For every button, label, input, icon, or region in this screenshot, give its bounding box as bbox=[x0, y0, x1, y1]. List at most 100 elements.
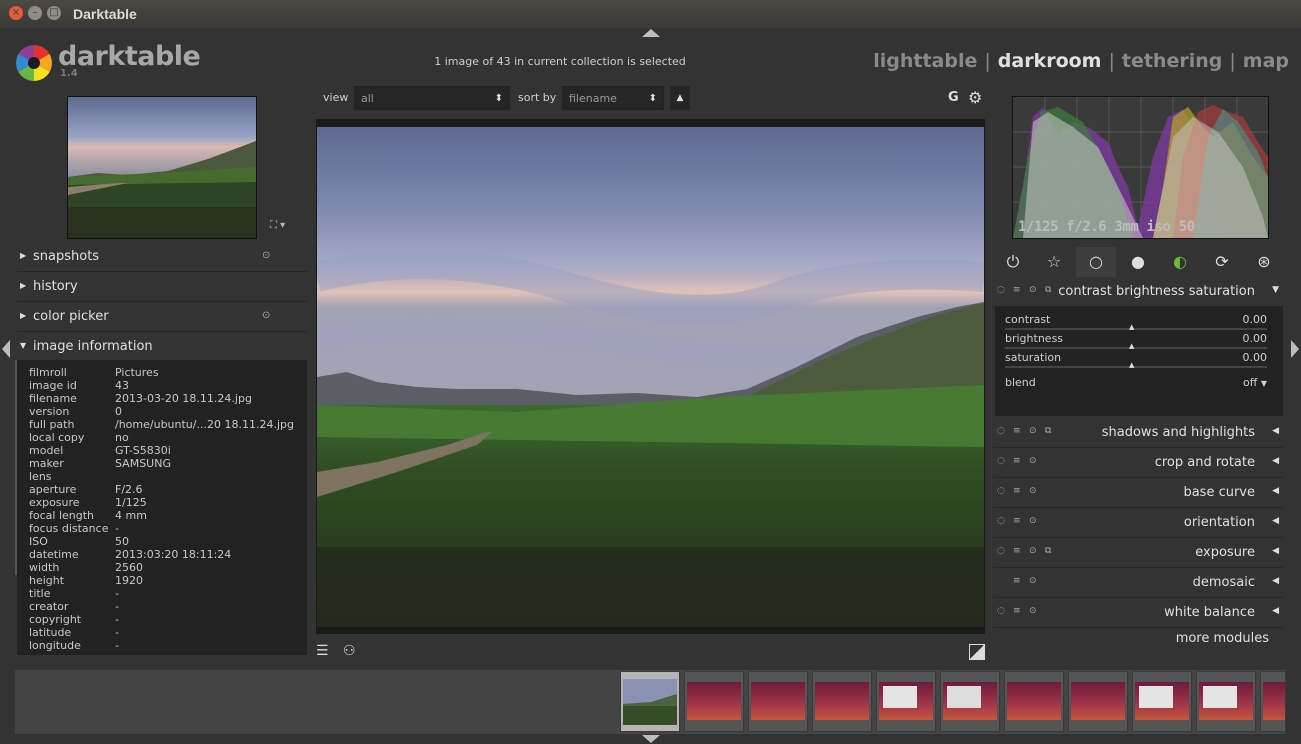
image-info-table: filmroll Pictures image id 43 filename 2013-0… bbox=[29, 366, 294, 652]
slider-marker-icon[interactable]: ▲ bbox=[1129, 323, 1134, 331]
aperture-icon[interactable]: ⊛ bbox=[1244, 247, 1284, 277]
presets-menu-icon[interactable]: ≡ bbox=[1013, 546, 1021, 556]
reset-icon[interactable]: ⊙ bbox=[1029, 486, 1037, 496]
saturation-slider[interactable]: saturation 0.00 ▲ bbox=[1005, 351, 1267, 370]
sort-by-combo[interactable]: filename ⬍ bbox=[562, 86, 664, 110]
blend-combo[interactable]: blend off ▼ bbox=[1005, 376, 1267, 395]
module-contrast-brightness-saturation[interactable]: ◌ ≡ ⊙ ⧉ contrast brightness saturation ▼ bbox=[993, 277, 1283, 307]
contrast-slider[interactable]: contrast 0.00 ▲ bbox=[1005, 313, 1267, 332]
filmstrip-thumb[interactable] bbox=[1260, 671, 1286, 732]
filmstrip-thumb[interactable] bbox=[1068, 671, 1128, 732]
view-lighttable[interactable]: lighttable bbox=[873, 50, 977, 72]
filmstrip-thumb[interactable] bbox=[876, 671, 936, 732]
reset-icon[interactable]: ⊙ bbox=[1029, 516, 1037, 526]
filmstrip-thumb[interactable] bbox=[940, 671, 1000, 732]
slider-track[interactable] bbox=[1005, 347, 1267, 349]
star-icon[interactable]: ☆ bbox=[1034, 247, 1074, 277]
filmstrip-thumb[interactable] bbox=[748, 671, 808, 732]
instance-icon[interactable]: ⧉ bbox=[1045, 426, 1051, 436]
close-window-button[interactable]: × bbox=[9, 6, 23, 20]
sphere-icon[interactable]: ● bbox=[1118, 247, 1158, 277]
power-icon[interactable]: ⏻ bbox=[993, 247, 1033, 277]
reset-icon[interactable]: ⊙ bbox=[1029, 456, 1037, 466]
presets-menu-icon[interactable]: ≡ bbox=[1013, 576, 1021, 586]
module-header[interactable]: ◌ ≡ ⊙ white balance ◀ bbox=[993, 598, 1283, 628]
view-darkroom[interactable]: darkroom bbox=[998, 50, 1102, 72]
filmstrip-thumb[interactable] bbox=[684, 671, 744, 732]
module-enable-icon[interactable]: ◌ bbox=[997, 516, 1005, 526]
instance-icon[interactable]: ⧉ bbox=[1045, 546, 1051, 556]
slider-label: brightness bbox=[1005, 332, 1064, 345]
styles-icon[interactable]: ⚇ bbox=[343, 643, 356, 659]
presets-menu-icon[interactable]: ≡ bbox=[1013, 456, 1021, 466]
filmstrip[interactable] bbox=[15, 670, 1286, 734]
reset-icon[interactable]: ⊙ bbox=[1029, 606, 1037, 616]
presets-menu-icon[interactable]: ≡ bbox=[1013, 516, 1021, 526]
slider-marker-icon[interactable]: ▲ bbox=[1129, 361, 1134, 369]
module-header[interactable]: ◌ ≡ ⊙ orientation ◀ bbox=[993, 508, 1283, 538]
grouping-button[interactable]: G bbox=[948, 90, 959, 105]
module-enable-icon[interactable]: ◌ bbox=[997, 486, 1005, 496]
more-modules-button[interactable]: more modules bbox=[993, 630, 1283, 652]
collapse-left-panel-arrow-icon[interactable] bbox=[2, 340, 10, 358]
slider-marker-icon[interactable]: ▲ bbox=[1129, 342, 1134, 350]
brightness-slider[interactable]: brightness 0.00 ▲ bbox=[1005, 332, 1267, 351]
presets-menu-icon[interactable]: ≡ bbox=[1013, 486, 1021, 496]
softproof-icon[interactable] bbox=[969, 644, 985, 660]
reset-icon[interactable]: ⊙ bbox=[1029, 576, 1037, 586]
collapse-top-panel-arrow-icon[interactable] bbox=[642, 29, 660, 37]
reset-icon[interactable]: ⊙ bbox=[1029, 426, 1037, 436]
section-snapshots[interactable]: ▶ snapshots ⊙ bbox=[17, 242, 307, 272]
view-map[interactable]: map bbox=[1243, 50, 1289, 72]
section-history[interactable]: ▶ history bbox=[17, 272, 307, 302]
module-header[interactable]: ◌ ≡ ⊙ base curve ◀ bbox=[993, 478, 1283, 508]
module-header[interactable]: ◌ ≡ ⊙ ⧉ shadows and highlights ◀ bbox=[993, 418, 1283, 448]
view-tethering[interactable]: tethering bbox=[1122, 50, 1222, 72]
module-enable-icon[interactable]: ◌ bbox=[997, 546, 1005, 556]
minimize-window-button[interactable]: – bbox=[28, 6, 42, 20]
filmstrip-thumb[interactable] bbox=[1196, 671, 1256, 732]
filmstrip-thumb[interactable] bbox=[1132, 671, 1192, 732]
rotate-icon[interactable]: ⟳ bbox=[1202, 247, 1242, 277]
expand-arrow-icon: ◀ bbox=[1272, 456, 1279, 466]
filmstrip-thumb[interactable] bbox=[1004, 671, 1064, 732]
circle-icon[interactable]: ○ bbox=[1076, 247, 1116, 277]
color-icon[interactable]: ◐ bbox=[1160, 247, 1200, 277]
navigation-thumbnail[interactable] bbox=[67, 96, 257, 239]
info-key: copyright bbox=[29, 613, 82, 626]
reset-icon[interactable]: ⊙ bbox=[262, 310, 270, 321]
presets-menu-icon[interactable]: ≡ bbox=[1013, 606, 1021, 616]
filmstrip-thumb-selected[interactable] bbox=[620, 671, 680, 732]
maximize-window-button[interactable]: □ bbox=[47, 6, 61, 20]
module-enable-icon[interactable]: ◌ bbox=[997, 606, 1005, 616]
module-enable-icon[interactable]: ◌ bbox=[997, 426, 1005, 436]
window-title: Darktable bbox=[73, 6, 137, 22]
quick-access-menu-icon[interactable]: ☰ bbox=[316, 643, 329, 659]
histogram[interactable] bbox=[1012, 96, 1269, 239]
presets-menu-icon[interactable]: ≡ bbox=[1013, 285, 1021, 295]
module-header[interactable]: ≡ ⊙ demosaic ◀ bbox=[993, 568, 1283, 598]
presets-menu-icon[interactable]: ≡ bbox=[1013, 426, 1021, 436]
center-photo[interactable] bbox=[317, 127, 984, 627]
reset-icon[interactable]: ⊙ bbox=[262, 250, 270, 261]
collapse-right-panel-arrow-icon[interactable] bbox=[1291, 340, 1299, 358]
slider-track[interactable] bbox=[1005, 328, 1267, 330]
instance-icon[interactable]: ⧉ bbox=[1045, 285, 1051, 295]
sort-direction-button[interactable]: ▲ bbox=[670, 86, 690, 110]
section-image-information[interactable]: ▼ image information bbox=[17, 332, 307, 362]
info-value: F/2.6 bbox=[115, 483, 143, 496]
slider-track[interactable] bbox=[1005, 366, 1267, 368]
gear-icon[interactable]: ⚙ bbox=[968, 88, 982, 107]
reset-icon[interactable]: ⊙ bbox=[1029, 546, 1037, 556]
module-enable-icon[interactable]: ◌ bbox=[997, 456, 1005, 466]
filmstrip-thumb[interactable] bbox=[812, 671, 872, 732]
module-header[interactable]: ◌ ≡ ⊙ crop and rotate ◀ bbox=[993, 448, 1283, 478]
section-color-picker[interactable]: ▶ color picker ⊙ bbox=[17, 302, 307, 332]
collapse-bottom-panel-arrow-icon[interactable] bbox=[642, 735, 660, 743]
module-enable-icon[interactable]: ◌ bbox=[997, 285, 1005, 295]
view-filter-combo[interactable]: all ⬍ bbox=[354, 86, 510, 110]
section-label: history bbox=[33, 279, 78, 294]
zoom-fit-icon[interactable]: ⛶ ▾ bbox=[270, 220, 285, 231]
reset-icon[interactable]: ⊙ bbox=[1029, 285, 1037, 295]
module-header[interactable]: ◌ ≡ ⊙ ⧉ exposure ◀ bbox=[993, 538, 1283, 568]
